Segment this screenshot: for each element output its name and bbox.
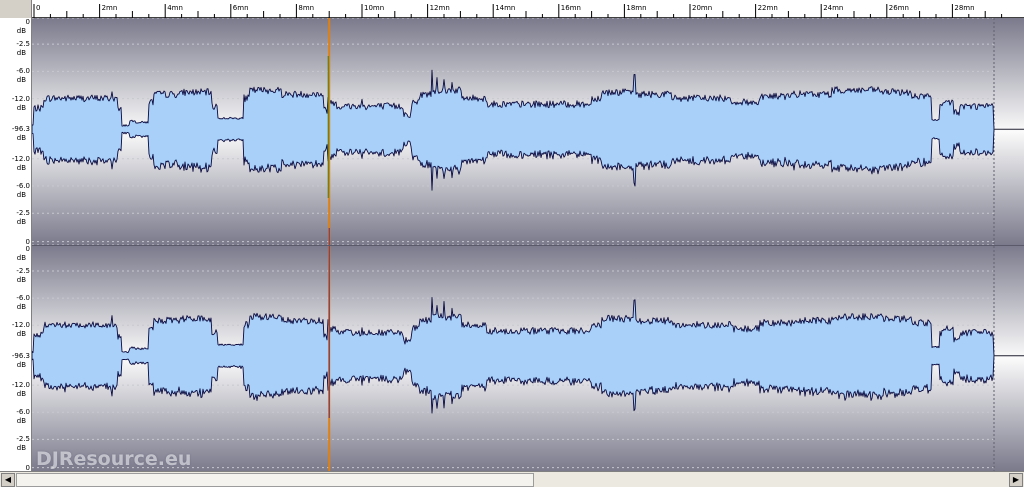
ruler-label: 18mn [626,4,646,12]
db-label: -12.0 [11,381,30,390]
db-unit-label: dB [16,218,26,227]
db-label: -2.5 [16,209,30,218]
ruler-label: 28mn [954,4,974,12]
db-scale-channel-right: 0 dB -2.5 dB -6.0 dB -12.0 dB -96.3 dB -12.0 dB -6.0… [0,245,32,472]
db-unit-label: dB [16,303,26,312]
ruler-label: 14mn [495,4,515,12]
ruler-label: 16mn [561,4,581,12]
db-label: -12.0 [11,154,30,163]
db-label: -2.5 [16,266,30,275]
ruler-label: 10mn [364,4,384,12]
db-unit-label: dB [16,163,26,172]
db-unit-label: dB [16,330,26,339]
db-label: -6.0 [16,408,30,417]
ruler-label: 4mn [167,4,183,12]
db-label: -96.3 [11,125,30,134]
db-unit-label: dB [16,190,26,199]
db-label: -6.0 [16,294,30,303]
db-label: -2.5 [16,435,30,444]
db-unit-label: dB [16,444,26,453]
ruler-label: 26mn [889,4,909,12]
ruler-label: 22mn [758,4,778,12]
db-unit-label: dB [16,254,26,262]
db-unit-label: dB [16,103,26,112]
db-scale-channel-left: 0 dB -2.5 dB -6.0 dB -12.0 dB -96.3 dB -12.0 dB -6.0… [0,18,32,246]
db-unit-label: dB [16,390,26,399]
db-unit-label: dB [16,275,26,284]
db-unit-label: dB [16,27,26,35]
watermark-text: DJResource.eu [36,448,192,470]
db-unit-label: dB [16,49,26,58]
channel-separator [32,245,1024,246]
db-unit-label: dB [16,360,26,369]
ruler-label: 0 [36,4,40,12]
ruler-label: 2mn [102,4,118,12]
db-label: -6.0 [16,67,30,76]
timeline-ruler[interactable]: 0 2mn 4mn 6mn 8mn 10mn 12mn 14mn 16mn 18mn 20mn 22m… [0,0,1024,18]
ruler-ticks: 0 2mn 4mn 6mn 8mn 10mn 12mn 14mn 16mn 18mn 20mn 22m… [33,4,1003,18]
db-unit-label: dB [16,134,26,143]
scrollbar-thumb[interactable] [16,473,534,487]
db-label: -12.0 [11,321,30,330]
horizontal-scrollbar[interactable]: ◀ ▶ [0,471,1024,487]
ruler-label: 20mn [692,4,712,12]
ruler-label: 8mn [298,4,314,12]
arrow-right-icon[interactable]: ▶ [1009,473,1023,487]
db-label: 0 [25,245,30,253]
db-label: -96.3 [11,351,30,360]
db-unit-label: dB [16,417,26,426]
db-unit-label: dB [16,76,26,85]
db-label: -2.5 [16,40,30,49]
ruler-label: 12mn [430,4,450,12]
waveform-view[interactable] [31,17,1024,471]
db-label: 0 [25,18,30,26]
db-label: -12.0 [11,94,30,103]
ruler-label: 6mn [233,4,249,12]
db-label: -6.0 [16,181,30,190]
ruler-label: 24mn [823,4,843,12]
arrow-left-icon[interactable]: ◀ [1,473,15,487]
